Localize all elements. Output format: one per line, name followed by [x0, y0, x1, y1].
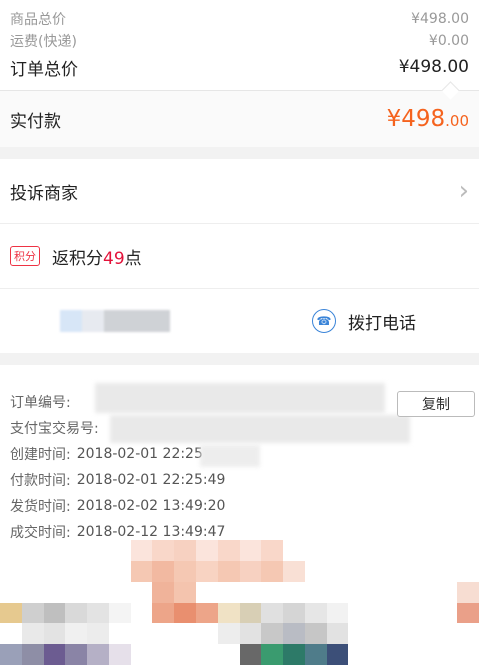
points-row: 积分 返积分49点: [0, 224, 479, 289]
goods-total-row: 商品总价 ¥498.00: [10, 8, 469, 30]
points-number: 49: [103, 248, 125, 269]
paid-time-value: 2018-02-01 22:25:49: [76, 472, 226, 488]
chevron-right-icon: ›: [458, 176, 469, 206]
alipay-label: 支付宝交易号:: [10, 421, 99, 437]
phone-icon: ☎: [312, 309, 336, 333]
redacted-created-time: [200, 445, 260, 467]
contact-row: ☎ 拨打电话: [0, 289, 479, 353]
complaint-label: 投诉商家: [10, 183, 78, 204]
blurred-contact: [60, 310, 170, 332]
shipped-label: 发货时间:: [10, 499, 71, 515]
order-total-label: 订单总价: [10, 59, 78, 80]
redacted-alipay-number: [110, 415, 410, 443]
section-gap: [0, 147, 479, 159]
redacted-order-number: [95, 383, 385, 413]
shipping-value: ¥0.00: [428, 33, 469, 49]
created-label: 创建时间:: [10, 447, 71, 463]
blurred-product-area: [0, 540, 479, 665]
call-button[interactable]: ☎ 拨打电话: [312, 289, 416, 353]
shipped-row: 发货时间: 2018-02-02 13:49:20: [10, 493, 469, 519]
complaint-row[interactable]: 投诉商家 ›: [0, 159, 479, 224]
paid-time-row: 付款时间: 2018-02-01 22:25:49: [10, 467, 469, 493]
price-summary: 商品总价 ¥498.00 运费(快递) ¥0.00 订单总价 ¥498.00: [0, 0, 479, 100]
amount-cents: .00: [445, 112, 469, 130]
shipping-label: 运费(快递): [10, 34, 77, 50]
actual-paid-label: 实付款: [10, 111, 61, 132]
amount-integer: 498: [401, 106, 446, 132]
currency-symbol: ¥: [386, 106, 402, 132]
points-text: 返积分49点: [52, 244, 142, 269]
points-prefix: 返积分: [52, 248, 103, 269]
actual-paid-amount: ¥498.00: [387, 106, 469, 132]
shipping-row: 运费(快递) ¥0.00: [10, 30, 469, 52]
goods-total-value: ¥498.00: [411, 11, 469, 27]
order-info: 订单编号: 支付宝交易号: 创建时间: 2018-02-01 22:25 付款时…: [0, 365, 479, 559]
created-value: 2018-02-01 22:25: [76, 446, 203, 462]
copy-button[interactable]: 复制: [397, 391, 475, 417]
points-badge: 积分: [10, 246, 40, 266]
shipped-value: 2018-02-02 13:49:20: [76, 498, 226, 514]
order-number-label: 订单编号:: [10, 395, 71, 411]
deal-label: 成交时间:: [10, 525, 71, 541]
goods-total-label: 商品总价: [10, 12, 66, 28]
order-total-row: 订单总价 ¥498.00: [10, 52, 469, 82]
actual-paid-row: 实付款 ¥498.00: [0, 91, 479, 147]
order-total-value: ¥498.00: [398, 57, 469, 77]
call-label: 拨打电话: [348, 313, 416, 334]
deal-value: 2018-02-12 13:49:47: [76, 524, 226, 540]
section-gap: [0, 353, 479, 365]
paid-time-label: 付款时间:: [10, 473, 71, 489]
points-suffix: 点: [124, 248, 142, 269]
